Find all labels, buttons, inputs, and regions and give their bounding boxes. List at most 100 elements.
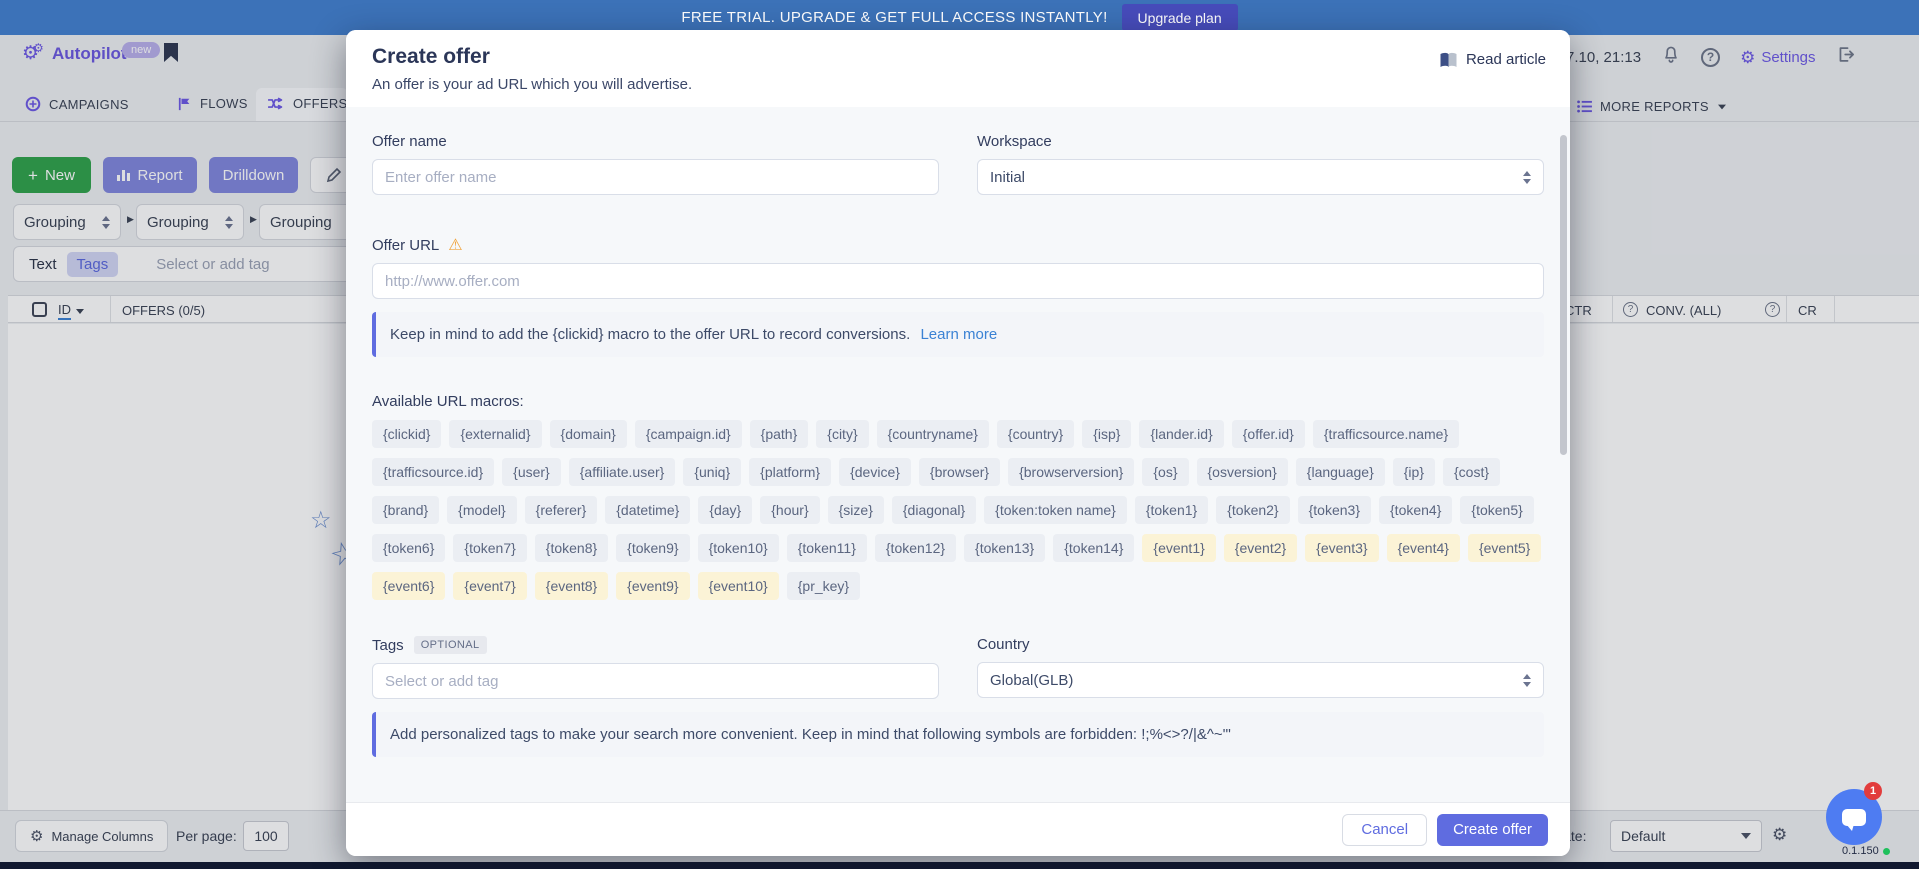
macro-chip[interactable]: {size} <box>828 496 884 524</box>
macro-chip[interactable]: {event4} <box>1387 534 1460 562</box>
version-label: 0.1.150 <box>1842 845 1879 857</box>
macro-chip[interactable]: {diagonal} <box>892 496 976 524</box>
macro-chip[interactable]: {model} <box>447 496 516 524</box>
macro-chip[interactable]: {hour} <box>760 496 819 524</box>
modal-subtitle: An offer is your ad URL which you will a… <box>372 76 1544 93</box>
macro-chip[interactable]: {trafficsource.id} <box>372 458 494 486</box>
read-article-label: Read article <box>1466 51 1546 68</box>
macro-chip[interactable]: {externalid} <box>449 420 541 448</box>
macro-chip[interactable]: {token1} <box>1135 496 1208 524</box>
macro-chip[interactable]: {device} <box>839 458 911 486</box>
macro-chip[interactable]: {event9} <box>616 572 689 600</box>
offer-name-label: Offer name <box>372 133 939 150</box>
macro-chip[interactable]: {uniq} <box>683 458 741 486</box>
macro-chip[interactable]: {event1} <box>1142 534 1215 562</box>
app-root: ⚙⚙ Autopilot new 7.10, 21:13 ? ⚙ Setting… <box>0 0 1919 869</box>
macro-chip[interactable]: {referer} <box>525 496 598 524</box>
macro-chip[interactable]: {token5} <box>1460 496 1533 524</box>
macro-chip[interactable]: {token12} <box>875 534 956 562</box>
workspace-label: Workspace <box>977 133 1544 150</box>
macro-chip[interactable]: {event2} <box>1224 534 1297 562</box>
workspace-select[interactable]: Initial <box>977 159 1544 195</box>
offer-name-input[interactable] <box>372 159 939 195</box>
learn-more-link[interactable]: Learn more <box>920 326 997 343</box>
macros-label: Available URL macros: <box>372 393 1544 410</box>
updown-caret-icon <box>1523 171 1531 184</box>
chat-unread-badge: 1 <box>1864 782 1882 800</box>
macro-chip[interactable]: {user} <box>502 458 561 486</box>
macro-chip[interactable]: {token7} <box>453 534 526 562</box>
workspace-select-value: Initial <box>990 169 1025 186</box>
macro-chip[interactable]: {cost} <box>1443 458 1500 486</box>
clickid-note: Keep in mind to add the {clickid} macro … <box>372 312 1544 357</box>
modal-footer: Cancel Create offer <box>346 802 1570 856</box>
macro-chip[interactable]: {countryname} <box>877 420 989 448</box>
macro-chip[interactable]: {token10} <box>698 534 779 562</box>
macro-chip[interactable]: {event8} <box>535 572 608 600</box>
macro-chip[interactable]: {token9} <box>616 534 689 562</box>
macro-chip[interactable]: {brand} <box>372 496 439 524</box>
macro-chip[interactable]: {token3} <box>1298 496 1371 524</box>
macro-chip[interactable]: {token2} <box>1216 496 1289 524</box>
tags-note-text: Add personalized tags to make your searc… <box>390 726 1231 743</box>
macro-chip[interactable]: {platform} <box>749 458 831 486</box>
macro-chip[interactable]: {browserversion} <box>1008 458 1134 486</box>
macro-chip[interactable]: {os} <box>1142 458 1188 486</box>
macro-chip[interactable]: {ip} <box>1393 458 1435 486</box>
clickid-note-text: Keep in mind to add the {clickid} macro … <box>390 326 910 343</box>
version-info: 0.1.150 <box>1842 845 1890 857</box>
tags-input[interactable] <box>372 663 939 699</box>
macro-chip[interactable]: {clickid} <box>372 420 441 448</box>
modal-header: Create offer An offer is your ad URL whi… <box>346 30 1570 107</box>
macro-chip[interactable]: {event10} <box>698 572 779 600</box>
create-offer-modal: Create offer An offer is your ad URL whi… <box>346 30 1570 856</box>
macro-chip[interactable]: {event6} <box>372 572 445 600</box>
cancel-button[interactable]: Cancel <box>1342 814 1427 846</box>
modal-scrollbar[interactable] <box>1560 135 1567 455</box>
macro-chip[interactable]: {lander.id} <box>1139 420 1223 448</box>
macro-chip[interactable]: {isp} <box>1082 420 1131 448</box>
macro-chip[interactable]: {affiliate.user} <box>569 458 676 486</box>
macro-list: {clickid} {externalid} {domain} {campaign.i… <box>372 420 1544 600</box>
macro-chip[interactable]: {event7} <box>453 572 526 600</box>
tags-note: Add personalized tags to make your searc… <box>372 712 1544 757</box>
macro-chip[interactable]: {osversion} <box>1197 458 1288 486</box>
macro-chip[interactable]: {domain} <box>550 420 627 448</box>
macro-chip[interactable]: {offer.id} <box>1232 420 1305 448</box>
upgrade-plan-button[interactable]: Upgrade plan <box>1122 4 1238 31</box>
offer-url-input[interactable] <box>372 263 1544 299</box>
offer-url-label-row: Offer URL ⚠ <box>372 237 1544 254</box>
macro-chip[interactable]: {token14} <box>1053 534 1134 562</box>
offer-url-label: Offer URL <box>372 237 439 254</box>
macro-chip[interactable]: {token11} <box>787 534 867 562</box>
macro-chip[interactable]: {country} <box>997 420 1074 448</box>
macro-chip[interactable]: {datetime} <box>605 496 690 524</box>
trial-banner-text: FREE TRIAL. UPGRADE & GET FULL ACCESS IN… <box>681 9 1107 26</box>
macro-chip[interactable]: {browser} <box>919 458 1000 486</box>
macro-chip[interactable]: {token:token name} <box>984 496 1127 524</box>
updown-caret-icon <box>1523 674 1531 687</box>
optional-badge: OPTIONAL <box>414 636 487 654</box>
macro-chip[interactable]: {campaign.id} <box>635 420 742 448</box>
warning-icon: ⚠ <box>448 238 462 254</box>
modal-title: Create offer <box>372 45 1544 69</box>
macro-chip[interactable]: {token13} <box>964 534 1045 562</box>
macro-chip[interactable]: {pr_key} <box>787 572 860 600</box>
tags-label-row: Tags OPTIONAL <box>372 636 939 654</box>
read-article-link[interactable]: Read article <box>1439 51 1546 68</box>
macro-chip[interactable]: {trafficsource.name} <box>1313 420 1459 448</box>
macro-chip[interactable]: {day} <box>698 496 752 524</box>
macro-chip[interactable]: {language} <box>1296 458 1385 486</box>
country-select[interactable]: Global(GLB) <box>977 662 1544 698</box>
macro-chip[interactable]: {event5} <box>1468 534 1541 562</box>
chat-bubble-icon <box>1842 809 1866 826</box>
macro-chip[interactable]: {city} <box>816 420 868 448</box>
create-offer-button[interactable]: Create offer <box>1437 814 1548 846</box>
macro-chip[interactable]: {token6} <box>372 534 445 562</box>
macro-chip[interactable]: {event3} <box>1305 534 1378 562</box>
tags-label: Tags <box>372 637 404 654</box>
modal-body: Offer name Workspace Initial Offer URL ⚠ <box>346 107 1570 802</box>
macro-chip[interactable]: {token8} <box>535 534 608 562</box>
macro-chip[interactable]: {path} <box>750 420 809 448</box>
macro-chip[interactable]: {token4} <box>1379 496 1452 524</box>
